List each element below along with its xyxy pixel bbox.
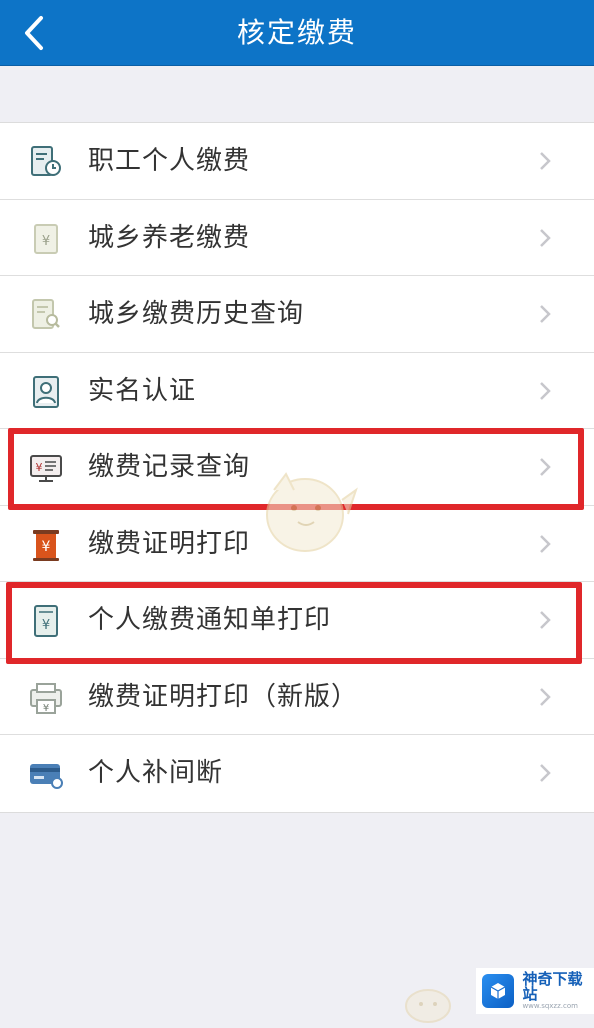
chevron-right-icon [540, 381, 551, 400]
monitor-yuan-icon: ¥ [30, 455, 62, 482]
cube-icon [482, 974, 515, 1008]
chevron-right-icon [540, 305, 551, 323]
chevron-right-icon [540, 611, 551, 629]
id-photo-icon [33, 375, 59, 408]
menu-item-label: 缴费证明打印（新版） [88, 681, 359, 712]
menu-item-label: 缴费记录查询 [88, 452, 251, 482]
menu-item-interruption-payment[interactable]: 个人补间断 [0, 735, 594, 812]
printer-yuan-icon: ¥ [30, 682, 62, 714]
chevron-right-icon [540, 152, 551, 170]
watermark-name: 神奇下载站 [522, 969, 583, 1004]
menu-item-label: 缴费证明打印 [88, 528, 251, 559]
menu-item-label: 职工个人缴费 [88, 146, 251, 176]
chevron-right-icon [540, 458, 551, 476]
card-icon [30, 764, 63, 789]
menu-item-pension-payment[interactable]: ¥ 城乡养老缴费 [0, 200, 594, 276]
chevron-right-icon [540, 764, 551, 782]
page-title: 核定缴费 [236, 16, 357, 49]
menu-item-payment-records[interactable]: ¥ 缴费记录查询 [0, 429, 594, 506]
menu-item-label: 城乡缴费历史查询 [88, 299, 305, 329]
scroll-yuan-icon: ¥ [33, 529, 59, 561]
menu-item-label: 实名认证 [88, 375, 197, 406]
menu-item-label: 个人缴费通知单打印 [88, 605, 332, 635]
menu-item-notice-print[interactable]: ¥ 个人缴费通知单打印 [0, 582, 594, 659]
watermark-url: www.sqxzz.com [522, 1002, 578, 1011]
svg-text:¥: ¥ [42, 618, 50, 633]
menu-item-certificate-print[interactable]: ¥ 缴费证明打印 [0, 506, 594, 582]
notice-yuan-icon: ¥ [34, 605, 58, 637]
svg-text:¥: ¥ [36, 461, 43, 474]
site-watermark: 神奇下载站 www.sqxzz.com [476, 968, 594, 1014]
document-search-icon [32, 299, 60, 329]
menu-item-certificate-print-new[interactable]: ¥ 缴费证明打印（新版） [0, 659, 594, 735]
menu-item-label: 城乡养老缴费 [88, 222, 251, 253]
yuan-note-icon: ¥ [34, 223, 58, 254]
mascot-watermark-small-icon [405, 989, 451, 1023]
menu-item-realname-auth[interactable]: 实名认证 [0, 353, 594, 429]
nav-bar: 核定缴费 [0, 0, 594, 66]
menu-item-history-query[interactable]: 城乡缴费历史查询 [0, 276, 594, 353]
menu-list: 职工个人缴费 ¥ 城乡养老缴费 城乡缴费历史查询 实名认证 ¥ 缴费记录查询 ¥… [0, 122, 594, 813]
svg-text:¥: ¥ [42, 234, 50, 249]
svg-text:¥: ¥ [43, 703, 49, 714]
menu-item-label: 个人补间断 [88, 758, 224, 788]
menu-item-worker-payment[interactable]: 职工个人缴费 [0, 123, 594, 200]
document-clock-icon [31, 146, 61, 176]
chevron-right-icon [540, 534, 551, 553]
chevron-right-icon [540, 228, 551, 247]
chevron-right-icon [540, 687, 551, 706]
svg-text:¥: ¥ [42, 539, 51, 555]
